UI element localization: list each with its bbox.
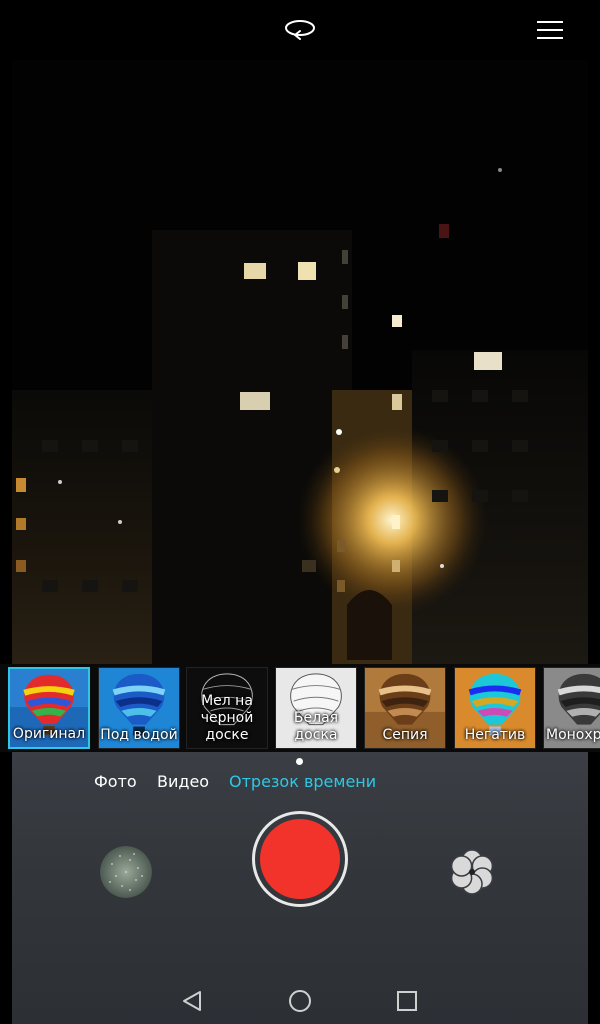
filter-original[interactable]: Оригинал [8,667,90,749]
filter-underwater[interactable]: Под водой [98,667,180,749]
gallery-preview-icon [100,846,152,898]
top-bar [0,0,600,60]
filter-negative[interactable]: Негатив [454,667,536,749]
menu-button[interactable] [530,12,570,48]
filter-label: Белая доска [293,710,339,743]
page-indicator-dot [296,758,303,765]
filter-chalkboard[interactable]: Мел на черной доске [186,667,268,749]
hamburger-menu-icon [537,21,563,39]
mode-timelapse[interactable]: Отрезок времени [229,772,376,791]
record-icon [260,819,340,899]
recents-square-icon [397,991,417,1011]
camera-viewfinder[interactable] [12,60,588,666]
filter-label: Монохр [546,727,600,743]
mode-photo[interactable]: Фото [94,772,137,791]
nav-home-button[interactable] [285,986,315,1016]
mode-video[interactable]: Видео [157,772,209,791]
filter-sepia[interactable]: Сепия [364,667,446,749]
night-building-scene [12,60,588,666]
nav-back-button[interactable] [177,986,207,1016]
back-triangle-icon [183,991,201,1011]
filter-flower-icon [450,849,494,895]
filter-label: Оригинал [12,726,86,742]
filter-strip[interactable]: Оригинал Под водой Мел на черной доске Б… [0,664,600,752]
filter-label: Под водой [100,727,178,743]
home-circle-icon [289,990,311,1012]
switch-camera-button[interactable] [280,14,320,46]
record-button[interactable] [252,811,348,907]
filter-mono[interactable]: Монохр [543,667,600,749]
filter-whiteboard[interactable]: Белая доска [275,667,357,749]
switch-camera-icon [285,20,315,40]
filter-label: Мел на черной доске [200,693,254,743]
filter-toggle-button[interactable] [448,848,496,896]
filter-label: Сепия [382,727,428,743]
gallery-thumbnail[interactable] [100,846,152,898]
nav-recents-button[interactable] [392,986,422,1016]
filter-label: Негатив [464,727,526,743]
